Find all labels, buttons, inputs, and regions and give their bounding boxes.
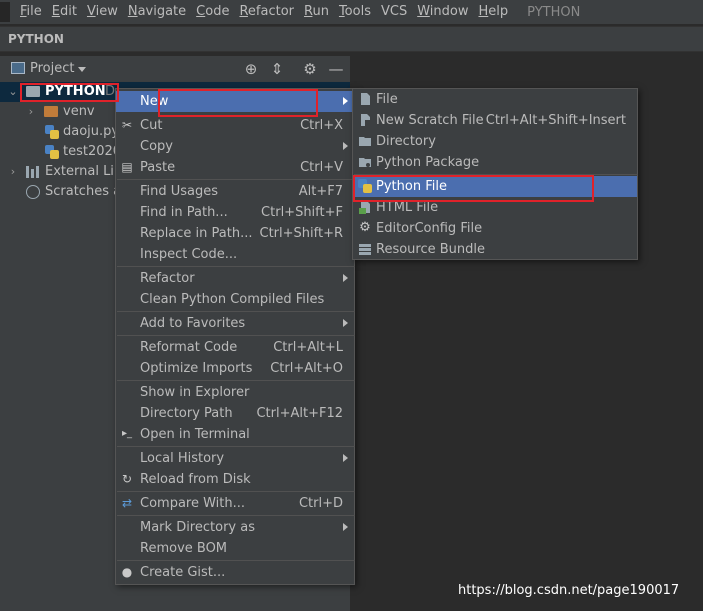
- menu-separator: [117, 311, 355, 312]
- submenu-arrow-icon: [343, 274, 348, 282]
- chevron-right-icon[interactable]: ›: [25, 102, 37, 122]
- compare-icon: ⇄: [121, 496, 133, 510]
- submenu-arrow-icon: [343, 142, 348, 150]
- menu-view[interactable]: View: [82, 0, 123, 24]
- menu-refactor[interactable]: Refactor: [234, 0, 299, 24]
- gear-icon[interactable]: ⚙: [301, 60, 319, 78]
- menu-separator: [117, 491, 355, 492]
- navigation-bar: PYTHON: [0, 26, 703, 52]
- tree-item-label: daoju.py: [63, 124, 120, 139]
- menu-help[interactable]: Help: [473, 0, 513, 24]
- annotation-box-python-file: [353, 175, 594, 202]
- scissors-icon: ✂: [121, 118, 133, 132]
- clipboard-icon: ▤: [121, 160, 133, 174]
- menu-item-reformat-code[interactable]: Reformat Code Ctrl+Alt+L: [116, 337, 354, 358]
- locate-icon[interactable]: ⊕: [242, 60, 260, 78]
- menu-item-optimize-imports[interactable]: Optimize Imports Ctrl+Alt+O: [116, 358, 354, 379]
- menu-separator: [117, 266, 355, 267]
- menu-run[interactable]: Run: [299, 0, 334, 24]
- python-file-icon: [45, 125, 59, 139]
- submenu-item-scratch-file[interactable]: New Scratch File Ctrl+Alt+Shift+Insert: [353, 110, 637, 131]
- annotation-box-new: [158, 89, 318, 117]
- submenu-arrow-icon: [343, 454, 348, 462]
- menu-separator: [117, 560, 355, 561]
- menu-separator: [117, 446, 355, 447]
- github-icon: ●: [121, 565, 133, 579]
- submenu-item-resource-bundle[interactable]: Resource Bundle: [353, 239, 637, 260]
- file-icon: [358, 92, 372, 106]
- menu-item-reload[interactable]: ↻ Reload from Disk: [116, 469, 354, 490]
- menu-item-inspect-code[interactable]: Inspect Code...: [116, 244, 354, 265]
- app-logo-icon: [0, 2, 10, 22]
- project-view-selector[interactable]: Project: [30, 61, 74, 76]
- html-file-icon: [358, 200, 372, 214]
- submenu-arrow-icon: [343, 523, 348, 531]
- terminal-icon: ▸_: [121, 428, 133, 439]
- context-menu: New ✂ Cut Ctrl+X Copy ▤ Paste Ctrl+V Fin…: [115, 88, 355, 585]
- submenu-arrow-icon: [343, 97, 348, 105]
- menu-item-paste[interactable]: ▤ Paste Ctrl+V: [116, 157, 354, 178]
- menu-item-show-in-explorer[interactable]: Show in Explorer: [116, 382, 354, 403]
- menu-separator: [117, 515, 355, 516]
- project-view-icon: [11, 62, 25, 74]
- menu-item-cut[interactable]: ✂ Cut Ctrl+X: [116, 115, 354, 136]
- gear-icon: ⚙: [359, 220, 371, 235]
- chevron-right-icon[interactable]: ›: [7, 162, 19, 182]
- menu-item-replace-in-path[interactable]: Replace in Path... Ctrl+Shift+R: [116, 223, 354, 244]
- menu-edit[interactable]: Edit: [47, 0, 82, 24]
- new-submenu: File New Scratch File Ctrl+Alt+Shift+Ins…: [352, 88, 638, 260]
- submenu-item-editorconfig[interactable]: ⚙ EditorConfig File: [353, 218, 637, 239]
- package-icon: [358, 155, 372, 169]
- menu-bar: File Edit View Navigate Code Refactor Ru…: [0, 0, 703, 24]
- menu-navigate[interactable]: Navigate: [123, 0, 191, 24]
- menu-item-compare-with[interactable]: ⇄ Compare With... Ctrl+D: [116, 493, 354, 514]
- menu-code[interactable]: Code: [191, 0, 234, 24]
- menu-item-copy[interactable]: Copy: [116, 136, 354, 157]
- breadcrumb[interactable]: PYTHON: [8, 32, 64, 46]
- submenu-item-python-package[interactable]: Python Package: [353, 152, 637, 173]
- menu-separator: [117, 380, 355, 381]
- menu-item-clean-compiled[interactable]: Clean Python Compiled Files: [116, 289, 354, 310]
- python-file-icon: [45, 145, 59, 159]
- menu-separator: [117, 335, 355, 336]
- chevron-down-icon[interactable]: ⌄: [7, 82, 19, 102]
- folder-icon: [44, 106, 58, 117]
- annotation-box-project-root: [20, 83, 119, 102]
- menu-vcs[interactable]: VCS: [376, 0, 412, 24]
- menu-item-remove-bom[interactable]: Remove BOM: [116, 538, 354, 559]
- menu-file[interactable]: File: [15, 0, 47, 24]
- menu-item-mark-directory[interactable]: Mark Directory as: [116, 517, 354, 538]
- submenu-item-file[interactable]: File: [353, 89, 637, 110]
- watermark: https://blog.csdn.net/page190017: [458, 583, 680, 598]
- menu-item-directory-path[interactable]: Directory Path Ctrl+Alt+F12: [116, 403, 354, 424]
- menu-item-add-favorites[interactable]: Add to Favorites: [116, 313, 354, 334]
- resource-bundle-icon: [358, 242, 372, 256]
- menu-item-local-history[interactable]: Local History: [116, 448, 354, 469]
- scratch-file-icon: [358, 113, 372, 127]
- submenu-item-directory[interactable]: Directory: [353, 131, 637, 152]
- menu-separator: [117, 179, 355, 180]
- menu-tools[interactable]: Tools: [334, 0, 376, 24]
- scratches-icon: [26, 185, 40, 199]
- minimize-icon[interactable]: —: [327, 60, 345, 78]
- folder-icon: [358, 134, 372, 148]
- submenu-arrow-icon: [343, 319, 348, 327]
- menu-window[interactable]: Window: [412, 0, 473, 24]
- project-panel-header: Project ⊕ ⇕ ⚙ —: [0, 56, 350, 82]
- menu-item-open-terminal[interactable]: ▸_ Open in Terminal: [116, 424, 354, 445]
- tree-item-label: venv: [63, 104, 95, 119]
- menu-item-refactor[interactable]: Refactor: [116, 268, 354, 289]
- menu-item-find-usages[interactable]: Find Usages Alt+F7: [116, 181, 354, 202]
- collapse-icon[interactable]: ⇕: [268, 60, 286, 78]
- menu-item-find-in-path[interactable]: Find in Path... Ctrl+Shift+F: [116, 202, 354, 223]
- window-title: PYTHON: [527, 4, 581, 20]
- chevron-down-icon[interactable]: [78, 67, 86, 72]
- reload-icon: ↻: [121, 472, 133, 486]
- menu-item-create-gist[interactable]: ● Create Gist...: [116, 562, 354, 583]
- library-icon: [26, 166, 40, 178]
